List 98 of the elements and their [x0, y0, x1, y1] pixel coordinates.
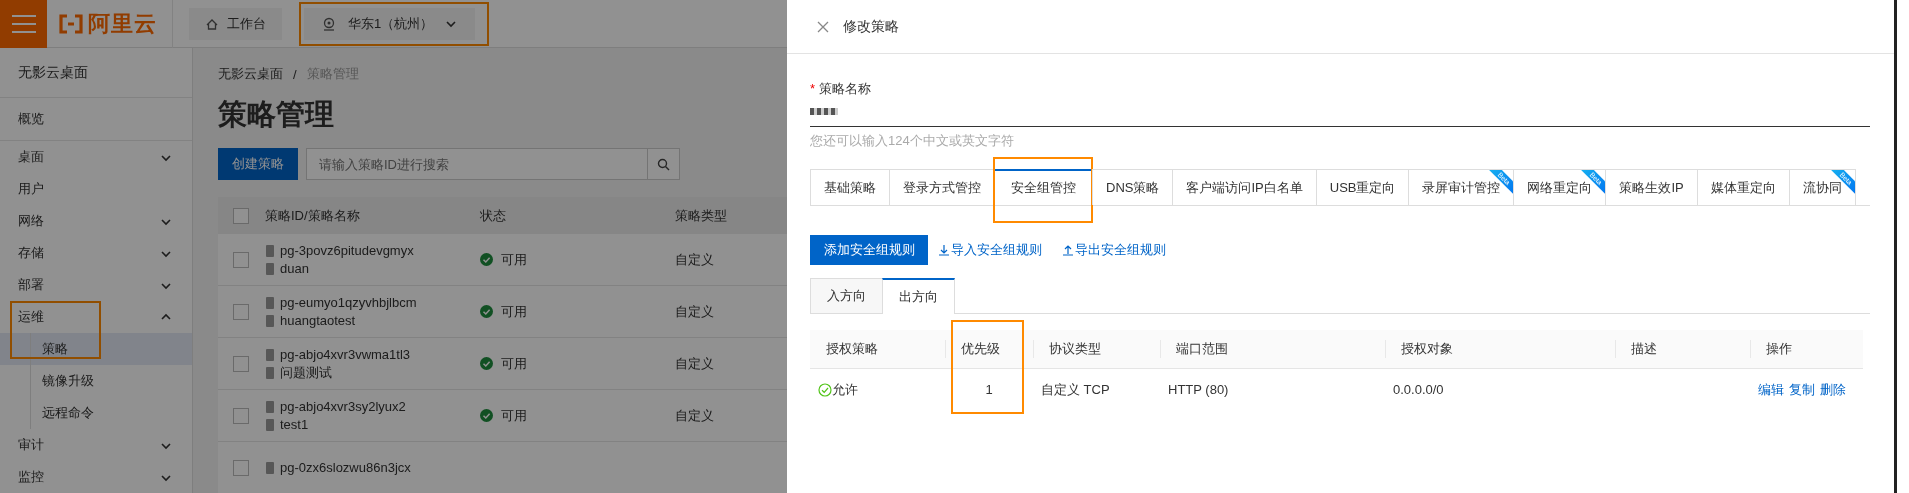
sidebar-title: 无影云桌面 — [0, 48, 192, 98]
menu-icon — [11, 13, 36, 34]
drawer-title: 修改策略 — [843, 17, 899, 36]
action-link[interactable]: 复制 — [1789, 380, 1815, 399]
region-selector[interactable]: 华东1（杭州） — [304, 7, 476, 40]
import-link[interactable]: 导入安全组规则 — [938, 241, 1042, 259]
policy-id: pg-abjo4xvr3sy2lyux2 — [280, 399, 406, 414]
tab[interactable]: 媒体重定向 — [1696, 169, 1789, 205]
brand-name: 阿里云 — [88, 9, 157, 38]
status-text: 可用 — [501, 302, 527, 321]
logo-icon — [58, 12, 84, 35]
breadcrumb-separator: / — [293, 66, 297, 82]
column-header: 端口范围 — [1176, 340, 1228, 358]
sidebar-item[interactable]: 监控 — [0, 461, 192, 493]
breadcrumb-link[interactable]: 无影云桌面 — [218, 65, 283, 83]
document-icon — [265, 348, 275, 361]
tab[interactable]: 基础策略 — [810, 169, 889, 205]
checkbox[interactable] — [233, 355, 249, 372]
check-circle-icon — [818, 382, 832, 397]
document-icon — [265, 296, 275, 309]
sidebar-item[interactable]: 远程命令 — [0, 397, 192, 429]
document-icon — [265, 418, 275, 431]
tab[interactable]: 客户端访问IP白名单 — [1172, 169, 1316, 205]
close-button[interactable] — [817, 20, 829, 33]
table-cell: 0.0.0.0/0 — [1393, 382, 1444, 397]
sidebar-item[interactable]: 用户 — [0, 173, 192, 205]
policy-name: 问题测试 — [280, 363, 332, 382]
search-icon — [657, 157, 670, 171]
checkbox[interactable] — [233, 251, 249, 268]
sidebar-item[interactable]: 概览 — [0, 98, 192, 141]
sidebar-item[interactable]: 运维 — [0, 301, 192, 333]
sidebar-item[interactable]: 网络 — [0, 205, 192, 237]
required-marker: * — [810, 81, 816, 96]
sidebar-item[interactable]: 存储 — [0, 237, 192, 269]
policy-id: pg-abjo4xvr3vwma1tl3 — [280, 347, 411, 362]
tab[interactable]: USB重定向 — [1315, 169, 1409, 205]
table-cell: 允许 — [832, 380, 858, 399]
action-link[interactable]: 编辑 — [1758, 380, 1784, 399]
table-cell: 自定义 — [675, 251, 714, 267]
policy-id: pg-0zx6slozwu86n3jcx — [280, 460, 411, 475]
checkbox[interactable] — [233, 407, 249, 424]
column-header: 优先级 — [961, 340, 1000, 358]
document-icon — [265, 366, 275, 379]
document-icon — [265, 244, 275, 257]
column-header: 策略ID/策略名称 — [265, 197, 480, 234]
table-cell: 自定义 — [675, 407, 714, 423]
tab[interactable]: DNS策略 — [1092, 169, 1173, 205]
checkbox[interactable] — [233, 303, 249, 320]
status-text: 可用 — [501, 406, 527, 425]
tab[interactable]: 出方向 — [882, 278, 955, 314]
upload-icon — [1062, 244, 1074, 256]
close-icon — [817, 20, 829, 33]
table-cell: 自定义 TCP — [1041, 380, 1110, 399]
document-icon — [265, 400, 275, 413]
sidebar-item[interactable]: 部署 — [0, 269, 192, 301]
checkbox[interactable] — [233, 207, 249, 224]
search-field[interactable]: 请输入策略ID进行搜索 — [306, 148, 680, 180]
action-link[interactable]: 删除 — [1820, 380, 1846, 399]
policy-id: pg-eumyo1qzyvhbjlbcm — [280, 295, 417, 310]
column-header: 协议类型 — [1049, 340, 1101, 358]
sidebar-item[interactable]: 桌面 — [0, 141, 192, 173]
document-icon — [265, 314, 275, 327]
chevron-down-icon — [445, 18, 458, 29]
sidebar-item[interactable]: 审计 — [0, 429, 192, 461]
column-header: 授权策略 — [826, 340, 878, 358]
menu-button[interactable] — [0, 0, 47, 48]
table-cell: HTTP (80) — [1168, 382, 1229, 397]
column-header: 状态 — [480, 197, 675, 234]
checkbox[interactable] — [233, 459, 249, 476]
sidebar-item[interactable]: 策略 — [0, 333, 192, 365]
status-text: 可用 — [501, 354, 527, 373]
column-header: 授权对象 — [1401, 340, 1453, 358]
policy-name: huangtaotest — [280, 313, 356, 328]
create-policy-button[interactable]: 创建策略 — [218, 148, 298, 180]
page-title: 策略管理 — [218, 97, 334, 132]
document-icon — [265, 262, 275, 275]
tab[interactable]: 策略生效IP — [1605, 169, 1697, 205]
status-text: 可用 — [501, 250, 527, 269]
table-cell: 自定义 — [675, 355, 714, 371]
column-header: 操作 — [1766, 340, 1792, 358]
policy-name: duan — [280, 261, 309, 276]
tab[interactable]: 入方向 — [810, 278, 883, 313]
workbench-button[interactable]: 工作台 — [189, 7, 282, 40]
table-cell: 1 — [985, 382, 993, 397]
tab[interactable]: 登录方式管控 — [889, 169, 994, 205]
field-hint: 您还可以输入124个中文或英文字符 — [810, 132, 1015, 148]
download-icon — [938, 244, 950, 256]
add-rule-button[interactable]: 添加安全组规则 — [810, 235, 928, 265]
column-header: 描述 — [1631, 340, 1657, 358]
sidebar-item[interactable]: 镜像升级 — [0, 365, 192, 397]
policy-id: pg-3povz6pitudevgmyx — [280, 243, 414, 258]
policy-name: test1 — [280, 417, 309, 432]
field-label: 策略名称 — [819, 81, 872, 96]
export-link[interactable]: 导出安全组规则 — [1062, 241, 1166, 259]
document-icon — [265, 461, 275, 474]
location-pin-icon — [322, 16, 336, 31]
redacted-value — [810, 107, 838, 115]
table-cell: 自定义 — [675, 303, 714, 319]
